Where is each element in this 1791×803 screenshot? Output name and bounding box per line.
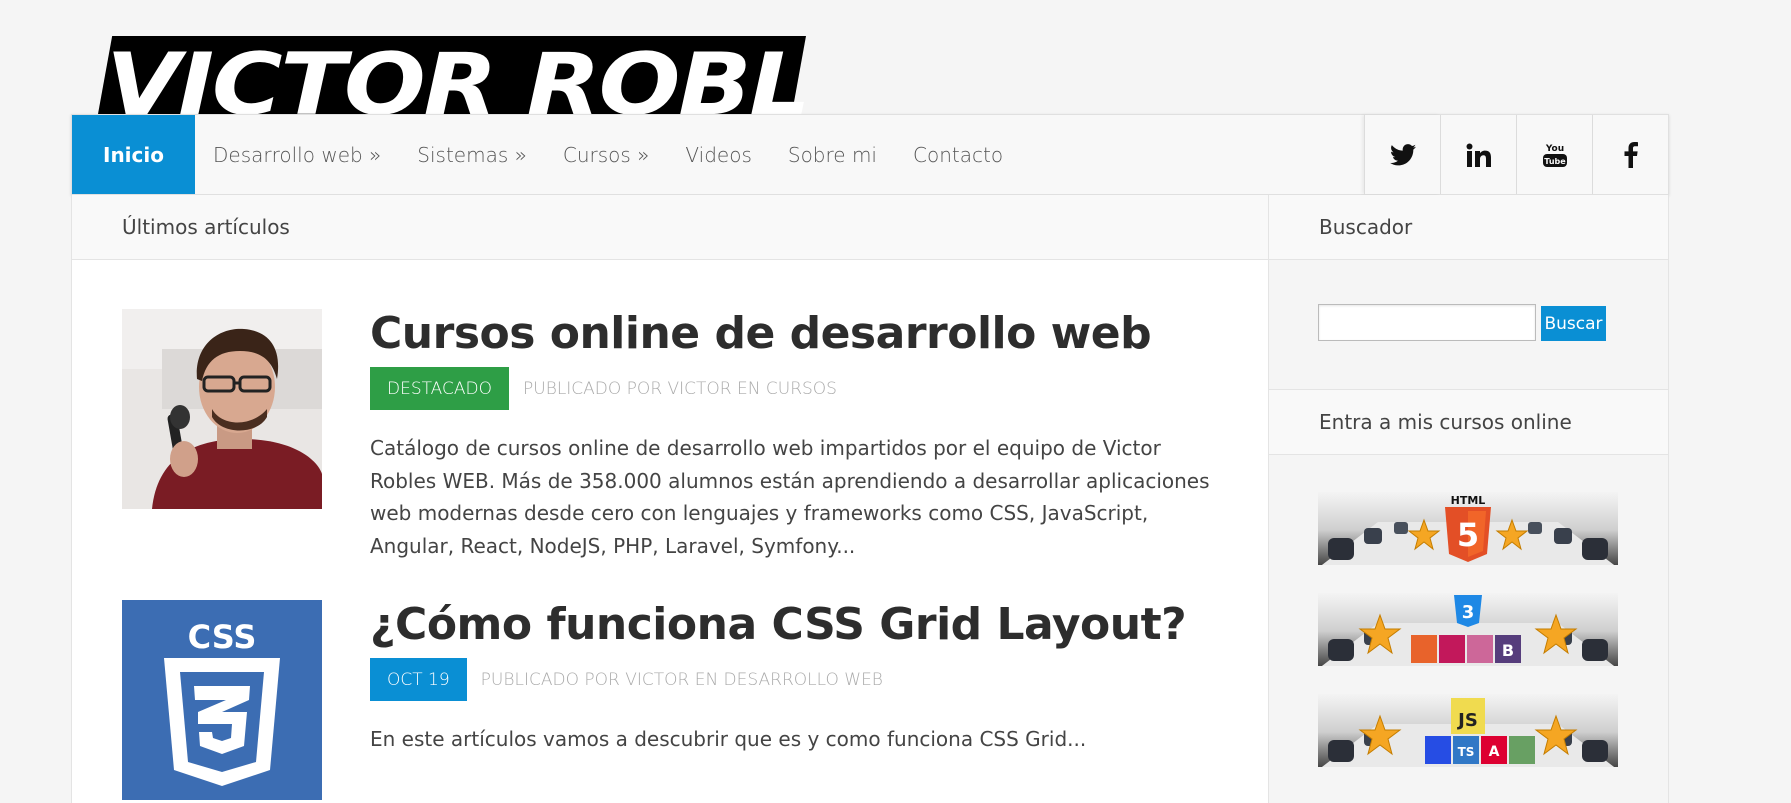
js-course-image: JS TS A — [1318, 694, 1618, 767]
course-banner-js[interactable]: JS TS A — [1318, 694, 1618, 770]
linkedin-button[interactable] — [1440, 115, 1516, 194]
css3-thumbnail[interactable]: CSS — [122, 600, 322, 800]
social-links: You Tube — [1364, 115, 1668, 194]
search-input[interactable] — [1318, 304, 1536, 341]
angular-tile: A — [1489, 744, 1500, 760]
featured-badge: DESTACADO — [370, 367, 509, 410]
linkedin-icon — [1466, 143, 1491, 167]
search-widget-title: Buscador — [1269, 195, 1668, 260]
post-meta: OCT 19 PUBLICADO POR VICTOR EN DESARROLL… — [370, 658, 1210, 701]
author-photo-image — [122, 309, 322, 509]
nav-item-sistemas[interactable]: Sistemas » — [399, 115, 545, 194]
nav-item-videos[interactable]: Videos — [667, 115, 769, 194]
courses-widget-title: Entra a mis cursos online — [1269, 390, 1668, 455]
svg-text:Tube: Tube — [1544, 157, 1566, 166]
post-byline: PUBLICADO POR VICTOR EN DESARROLLO WEB — [480, 669, 883, 690]
css-badge: 3 — [1462, 602, 1475, 623]
post-body: Cursos online de desarrollo web DESTACAD… — [370, 309, 1210, 562]
youtube-icon: You Tube — [1542, 144, 1567, 167]
post-date-badge: OCT 19 — [370, 658, 467, 701]
html5-banner-label: HTML — [1451, 494, 1486, 507]
svg-text:You: You — [1544, 144, 1563, 154]
facebook-icon — [1624, 141, 1638, 168]
sidebar: Buscador Buscar Entra a mis cursos onlin… — [1269, 195, 1669, 803]
search-button[interactable]: Buscar — [1541, 306, 1606, 341]
js-banner-label: JS — [1456, 710, 1478, 731]
nav-item-inicio[interactable]: Inicio — [72, 115, 195, 194]
course-banner-next[interactable] — [1318, 795, 1618, 803]
post-title[interactable]: Cursos online de desarrollo web — [370, 309, 1210, 359]
css3-thumb-label: CSS — [188, 618, 257, 656]
author-photo[interactable] — [122, 309, 322, 509]
latest-articles-heading: Últimos artículos — [72, 195, 1268, 260]
site-logo[interactable]: VICTOR ROBLES — [98, 36, 806, 114]
twitter-icon — [1389, 143, 1416, 165]
course-banner-html5[interactable]: HTML 5 — [1318, 492, 1618, 568]
facebook-button[interactable] — [1592, 115, 1668, 194]
html5-badge: 5 — [1457, 516, 1479, 554]
post-title[interactable]: ¿Cómo funciona CSS Grid Layout? — [370, 600, 1210, 650]
main-navbar: Inicio Desarrollo web » Sistemas » Curso… — [71, 114, 1669, 195]
post-excerpt: En este artículos vamos a descubrir que … — [370, 727, 1087, 751]
youtube-button[interactable]: You Tube — [1516, 115, 1592, 194]
bootstrap-tile: B — [1502, 641, 1514, 660]
nav-item-cursos[interactable]: Cursos » — [545, 115, 668, 194]
main-content: Últimos artículos Cursos online de desar… — [71, 195, 1269, 803]
html5-course-image: HTML 5 — [1318, 492, 1618, 565]
logo-text: VICTOR ROBLES — [106, 36, 806, 114]
post-meta: DESTACADO PUBLICADO POR VICTOR EN CURSOS — [370, 367, 1210, 410]
search-widget: Buscar — [1269, 260, 1668, 390]
post-excerpt: Catálogo de cursos online de desarrollo … — [370, 436, 1210, 558]
course-banner-css[interactable]: 3 B — [1318, 593, 1618, 669]
nav-item-desarrollo-web[interactable]: Desarrollo web » — [195, 115, 399, 194]
nav-item-sobre-mi[interactable]: Sobre mi — [770, 115, 895, 194]
post-byline: PUBLICADO POR VICTOR EN CURSOS — [523, 378, 837, 399]
twitter-button[interactable] — [1364, 115, 1440, 194]
css-course-image: 3 B — [1318, 593, 1618, 666]
nav-menu: Inicio Desarrollo web » Sistemas » Curso… — [72, 115, 1021, 194]
ts-tile: TS — [1458, 745, 1475, 759]
css3-logo-icon: CSS — [122, 600, 322, 800]
nav-item-contacto[interactable]: Contacto — [895, 115, 1021, 194]
post-body: ¿Cómo funciona CSS Grid Layout? OCT 19 P… — [370, 600, 1210, 756]
